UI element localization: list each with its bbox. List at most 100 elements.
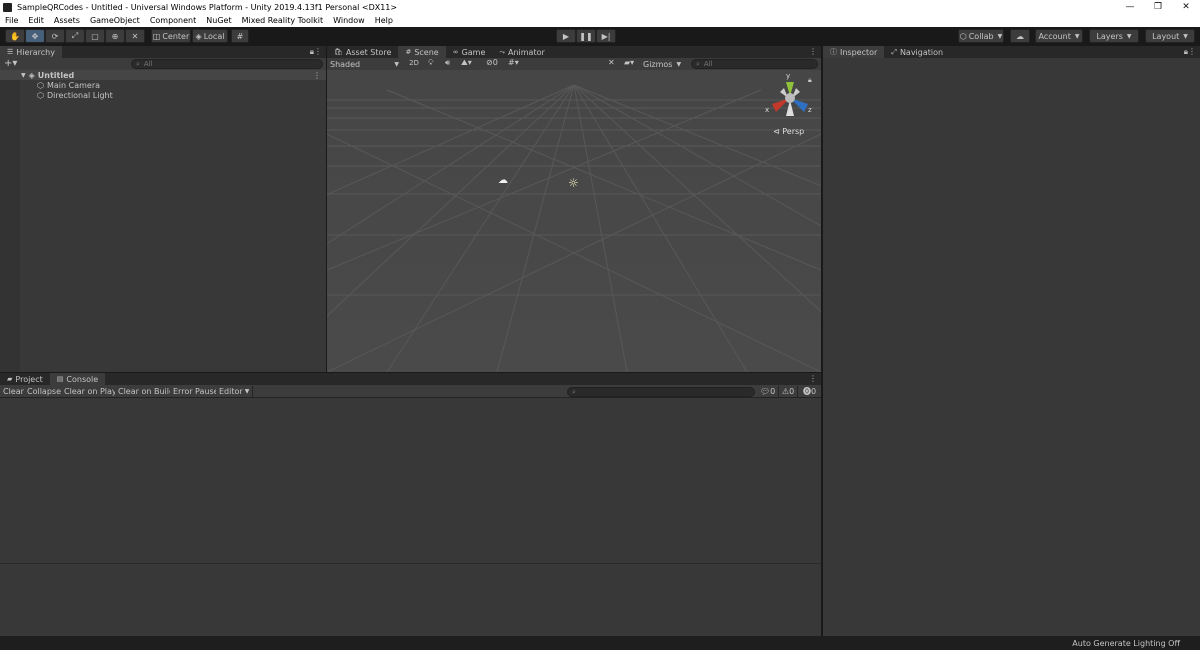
gizmo-lock-icon[interactable]: 🔒︎ xyxy=(808,76,812,85)
tab-project[interactable]: ▰ Project xyxy=(0,373,50,385)
console-icon: ▤ xyxy=(56,375,64,383)
layout-dropdown[interactable]: Layout ▼ xyxy=(1145,29,1195,43)
collab-dropdown[interactable]: ⬡ Collab ▼ xyxy=(958,29,1004,43)
tab-game-label: Game xyxy=(461,47,486,57)
minimize-button[interactable]: — xyxy=(1116,2,1144,12)
chevron-down-icon: ▼ xyxy=(1126,32,1132,40)
transform-tool-icon[interactable]: ⊕ xyxy=(105,29,125,43)
expand-arrow-icon[interactable]: ▼ xyxy=(21,72,26,79)
hierarchy-item-directional-light[interactable]: ⬡ Directional Light xyxy=(0,90,113,100)
panel-menu-icon[interactable]: ⋮ xyxy=(809,47,817,56)
status-text[interactable]: Auto Generate Lighting Off xyxy=(1072,639,1180,648)
create-add-icon[interactable]: +▾ xyxy=(4,58,17,69)
grid-snap-icon[interactable]: # xyxy=(231,29,249,43)
account-label: Account xyxy=(1038,31,1071,41)
menu-window[interactable]: Window xyxy=(328,16,370,25)
gizmos-dropdown[interactable]: Gizmos ▼ xyxy=(643,59,685,69)
log-count-toggle[interactable]: 💬︎ 0 xyxy=(757,386,780,397)
grid-toggle-icon[interactable]: #▾ xyxy=(508,58,519,67)
hierarchy-scene-row[interactable]: ▼ ◈ Untitled ⋮ xyxy=(0,70,326,80)
navigation-icon: ⤢ xyxy=(891,47,897,56)
scene-menu-icon[interactable]: ⋮ xyxy=(313,71,321,80)
shading-mode-dropdown[interactable]: Shaded ▼ xyxy=(329,59,401,69)
bottom-tabbar: ▰ Project ▤ Console ⋮ xyxy=(0,373,821,385)
move-tool-icon[interactable]: ✥ xyxy=(25,29,45,43)
restore-button[interactable]: ❐ xyxy=(1144,2,1172,12)
menu-file[interactable]: File xyxy=(0,16,23,25)
unity-app-icon xyxy=(3,2,12,12)
menu-component[interactable]: Component xyxy=(145,16,201,25)
menu-assets[interactable]: Assets xyxy=(49,16,85,25)
pivot-icon: ◫ xyxy=(152,31,161,41)
warning-count-toggle[interactable]: ⚠ 0 xyxy=(779,386,799,397)
hierarchy-gutter xyxy=(0,70,20,372)
clear-on-build-button[interactable]: Clear on Build xyxy=(115,386,179,397)
rect-tool-icon[interactable]: ▢ xyxy=(85,29,105,43)
tab-asset-store[interactable]: 🛍︎ Asset Store xyxy=(327,46,398,58)
custom-tool-icon[interactable]: ✕ xyxy=(125,29,145,43)
rotate-tool-icon[interactable]: ⟳ xyxy=(45,29,65,43)
camera-gizmo-icon[interactable]: ☁ xyxy=(498,175,508,186)
clear-on-play-button[interactable]: Clear on Play xyxy=(61,386,121,397)
menu-help[interactable]: Help xyxy=(370,16,398,25)
tab-navigation[interactable]: ⤢ Navigation xyxy=(884,46,950,58)
chevron-down-icon: ▼ xyxy=(1183,32,1188,40)
tab-console[interactable]: ▤ Console xyxy=(49,373,106,385)
editor-dropdown[interactable]: Editor ▼ xyxy=(216,386,254,397)
layers-dropdown[interactable]: Layers ▼ xyxy=(1089,29,1139,43)
audio-speaker-icon[interactable]: 🔊︎ xyxy=(445,58,450,68)
tab-inspector-label: Inspector xyxy=(840,47,878,57)
light-sun-icon[interactable]: ☼ xyxy=(568,176,579,190)
panel-menu-icon[interactable]: ⋮ xyxy=(314,47,322,56)
pause-button[interactable]: ❚❚ xyxy=(576,29,596,43)
effects-icon[interactable]: ⛰▾ xyxy=(461,58,472,68)
pivot-local-toggle[interactable]: ◈ Local xyxy=(192,29,228,43)
panel-menu-icon[interactable]: ⋮ xyxy=(809,374,817,383)
tab-hierarchy[interactable]: ☰ Hierarchy xyxy=(0,46,62,58)
lighting-bulb-icon[interactable]: 💡︎ xyxy=(428,58,434,68)
step-button[interactable]: ▶| xyxy=(596,29,616,43)
layers-label: Layers xyxy=(1096,31,1123,41)
menu-mixed-reality-toolkit[interactable]: Mixed Reality Toolkit xyxy=(237,16,329,25)
menu-edit[interactable]: Edit xyxy=(23,16,49,25)
panel-menu-icon[interactable]: ⋮ xyxy=(1188,47,1196,56)
account-dropdown[interactable]: Account ▼ xyxy=(1035,29,1083,43)
tab-game[interactable]: ∞ Game xyxy=(446,46,493,58)
cloud-icon[interactable]: ☁ xyxy=(1010,29,1030,43)
menu-gameobject[interactable]: GameObject xyxy=(85,16,145,25)
hierarchy-search-input[interactable]: ⌕ All xyxy=(131,59,323,69)
error-pause-button[interactable]: Error Pause xyxy=(170,386,223,397)
console-detail-area[interactable] xyxy=(0,564,821,636)
play-button[interactable]: ▶ xyxy=(556,29,576,43)
scene-viewport[interactable]: ☁ ☼ y x z 🔒︎ ⊲ Persp xyxy=(327,70,821,372)
projection-toggle[interactable]: ⊲ Persp xyxy=(773,127,804,136)
scene-search-input[interactable]: ⌕ All xyxy=(691,59,818,69)
collapse-button[interactable]: Collapse xyxy=(24,386,65,397)
tab-inspector[interactable]: ⓘ Inspector xyxy=(823,46,885,58)
close-button[interactable]: ✕ xyxy=(1172,2,1200,12)
editor-label: Editor xyxy=(219,387,243,396)
console-log-list[interactable] xyxy=(0,399,821,563)
toggle-2d-button[interactable]: 2D xyxy=(407,59,421,69)
tools-icon[interactable]: ✕ xyxy=(608,58,615,67)
error-count-toggle[interactable]: ⓿ 0 xyxy=(800,386,820,397)
hidden-objects-toggle[interactable]: ⊘ 0 xyxy=(486,58,498,67)
camera-icon[interactable]: ▰▾ xyxy=(624,58,634,67)
tab-scene[interactable]: # Scene xyxy=(398,46,446,58)
chevron-down-icon: ▼ xyxy=(394,60,399,68)
axis-x-label: x xyxy=(765,106,770,114)
hidden-count: 0 xyxy=(492,58,498,67)
pivot-label: Center xyxy=(162,31,190,41)
warning-triangle-icon: ⚠ xyxy=(782,387,790,396)
pivot-center-toggle[interactable]: ◫ Center xyxy=(151,29,191,43)
hand-tool-icon[interactable]: ✋ xyxy=(5,29,25,43)
chevron-down-icon: ▼ xyxy=(676,60,682,68)
error-icon: ⓿ xyxy=(803,387,811,396)
tab-animator[interactable]: ⤳ Animator xyxy=(492,46,551,58)
log-count: 0 xyxy=(770,387,776,396)
tab-navigation-label: Navigation xyxy=(899,47,944,57)
console-search-input[interactable]: ⌕ xyxy=(567,387,755,397)
hierarchy-item-main-camera[interactable]: ⬡ Main Camera xyxy=(0,80,100,90)
scale-tool-icon[interactable]: ⤢ xyxy=(65,29,85,43)
menu-nuget[interactable]: NuGet xyxy=(201,16,236,25)
